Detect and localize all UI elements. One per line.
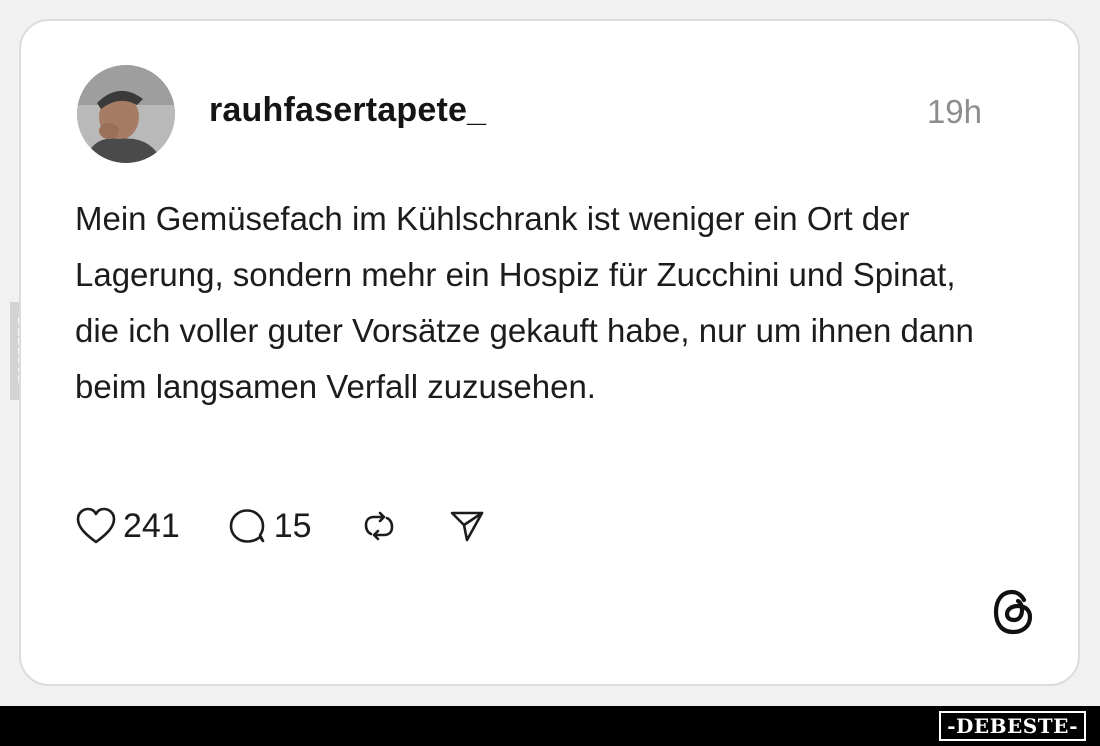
brand-watermark: -DEBESTE-	[939, 711, 1086, 741]
repost-icon	[358, 506, 400, 546]
timestamp: 19h	[926, 93, 982, 130]
share-button[interactable]	[446, 506, 488, 546]
post-card: rauhfasertapete_ 19h Mein Gemüsefach im …	[19, 19, 1080, 686]
comment-button[interactable]: 15	[226, 506, 312, 546]
action-bar: 241 15	[75, 501, 534, 551]
post-text: Mein Gemüsefach im Kühlschrank ist wenig…	[75, 200, 974, 405]
heart-icon	[75, 506, 117, 546]
repost-button[interactable]	[358, 506, 400, 546]
bottom-bar: -DEBESTE-	[0, 706, 1100, 746]
threads-logo-icon	[990, 586, 1038, 638]
send-icon	[446, 506, 488, 546]
like-count: 241	[123, 506, 180, 545]
avatar[interactable]	[77, 65, 175, 163]
avatar-image	[77, 65, 175, 163]
comment-count: 15	[273, 506, 312, 545]
username[interactable]: rauhfasertapete_	[209, 91, 486, 130]
comment-bubble-icon	[226, 506, 268, 546]
page: DEBESTE rauhfasertapete_ 19h Mein Gemüse…	[0, 0, 1100, 746]
like-button[interactable]: 241	[75, 506, 180, 546]
